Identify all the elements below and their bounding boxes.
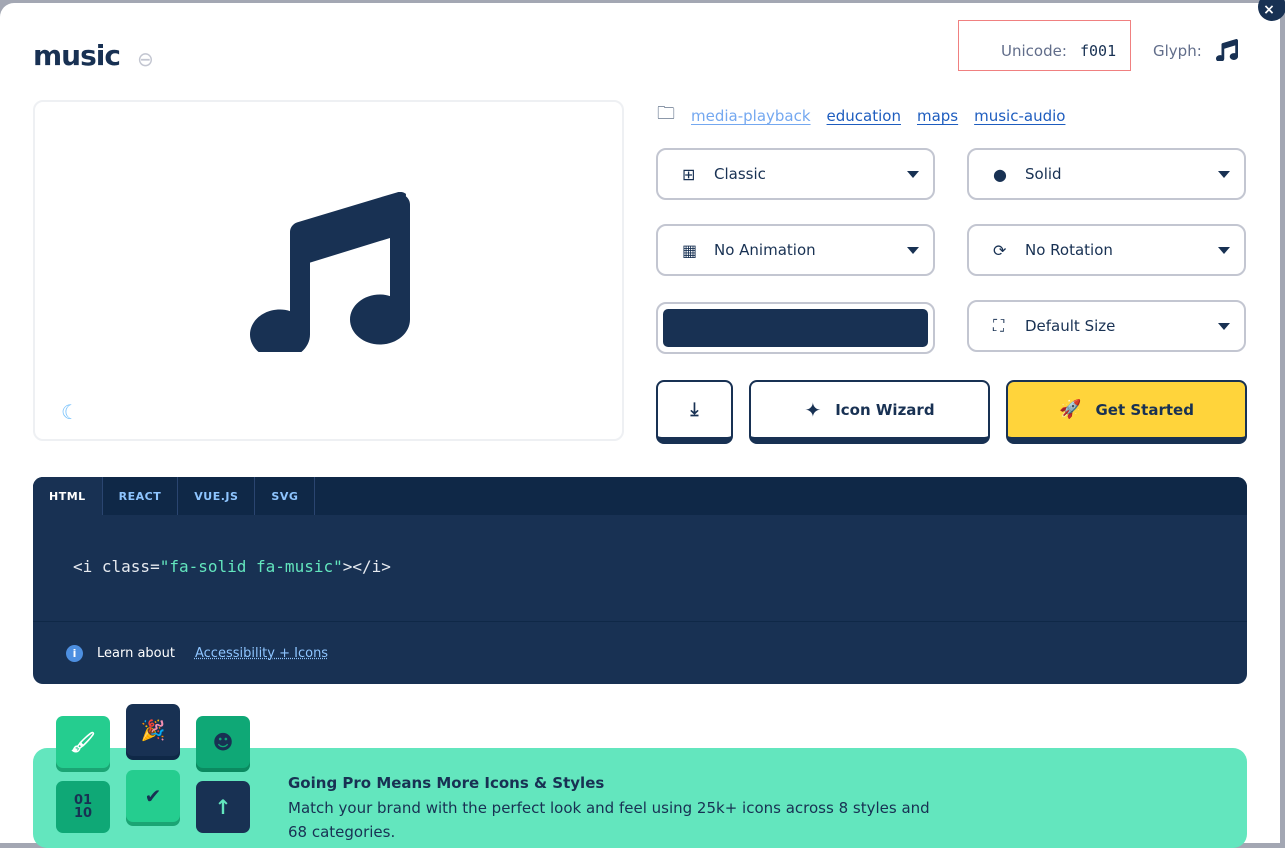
rocket-icon: 🚀 [1059, 399, 1081, 420]
paintbrush-tile-icon: 🖌 [56, 716, 110, 768]
rotation-select[interactable]: ⟳ No Rotation [967, 224, 1246, 276]
sparkles-icon: ✦ [804, 398, 821, 422]
close-icon[interactable]: × [1258, 0, 1285, 21]
animation-select[interactable]: ▦ No Animation [656, 224, 935, 276]
family-value: Classic [714, 165, 766, 183]
film-icon: ▦ [682, 241, 702, 260]
accessibility-link[interactable]: Accessibility + Icons [195, 646, 328, 661]
caret-down-icon [1218, 323, 1230, 330]
color-swatch [663, 309, 928, 347]
rotation-value: No Rotation [1025, 241, 1113, 259]
tab-react[interactable]: REACT [103, 477, 179, 515]
size-value: Default Size [1025, 317, 1115, 335]
tab-svg[interactable]: SVG [255, 477, 315, 515]
style-value: Solid [1025, 165, 1062, 183]
download-icon: ⤓ [691, 399, 699, 420]
grid-icon: ⊞ [682, 165, 702, 184]
icon-wizard-label: Icon Wizard [835, 401, 934, 419]
icon-preview: ☾ [33, 100, 624, 441]
page-title: music [33, 39, 120, 72]
dark-mode-moon-icon[interactable]: ☾ [61, 400, 79, 424]
code-panel: HTML REACT VUE.JS SVG <i class="fa-solid… [33, 477, 1247, 684]
category-link[interactable]: music-audio [974, 107, 1065, 125]
unicode-label: Unicode: [1001, 42, 1067, 60]
info-icon: i [66, 645, 83, 662]
snippet-open: <i class= [73, 557, 160, 576]
icon-detail-modal: × music ⊖ Unicode: f001 Glyph: ☾ 🗀 media… [0, 3, 1280, 843]
promo-title: Going Pro Means More Icons & Styles [288, 774, 604, 792]
promo-text: Match your brand with the perfect look a… [288, 796, 938, 844]
party-popper-tile-icon: 🎉 [126, 704, 180, 756]
icon-wizard-button[interactable]: ✦ Icon Wizard [749, 380, 990, 444]
category-list: 🗀 media-playback education maps music-au… [657, 101, 1065, 131]
circle-icon: ● [993, 165, 1013, 184]
rotate-icon: ⟳ [993, 241, 1013, 260]
code-tabs: HTML REACT VUE.JS SVG [33, 477, 1247, 515]
link-icon[interactable]: ⊖ [137, 47, 154, 71]
download-button[interactable]: ⤓ [656, 380, 733, 444]
smile-tile-icon: ☻ [196, 716, 250, 768]
snippet-close: ></i> [343, 557, 391, 576]
code-snippet[interactable]: <i class="fa-solid fa-music"></i> [73, 557, 391, 576]
folder-icon: 🗀 [657, 101, 675, 131]
size-select[interactable]: ⛶ Default Size [967, 300, 1246, 352]
arrow-up-tile-icon: ↑ [196, 781, 250, 833]
unicode-value[interactable]: f001 [1080, 42, 1116, 60]
code-footer: i Learn about Accessibility + Icons [33, 621, 1247, 684]
family-select[interactable]: ⊞ Classic [656, 148, 935, 200]
get-started-label: Get Started [1095, 401, 1193, 419]
category-link[interactable]: education [827, 107, 901, 125]
glyph-label: Glyph: [1153, 42, 1202, 60]
caret-down-icon [1218, 171, 1230, 178]
category-link[interactable]: maps [917, 107, 958, 125]
expand-icon: ⛶ [993, 316, 1013, 336]
learn-about-text: Learn about [97, 646, 175, 661]
caret-down-icon [1218, 247, 1230, 254]
music-preview-icon [250, 192, 410, 352]
get-started-button[interactable]: 🚀 Get Started [1006, 380, 1247, 444]
tab-vuejs[interactable]: VUE.JS [178, 477, 255, 515]
caret-down-icon [907, 171, 919, 178]
category-link[interactable]: media-playback [691, 107, 811, 125]
tab-html[interactable]: HTML [33, 477, 103, 515]
binary-tile-icon: 01 10 [56, 781, 110, 833]
caret-down-icon [907, 247, 919, 254]
snippet-value: "fa-solid fa-music" [160, 557, 343, 576]
music-glyph-icon[interactable] [1216, 39, 1238, 61]
color-picker[interactable] [656, 302, 935, 354]
badge-check-tile-icon: ✔ [126, 770, 180, 822]
style-select[interactable]: ● Solid [967, 148, 1246, 200]
animation-value: No Animation [714, 241, 816, 259]
